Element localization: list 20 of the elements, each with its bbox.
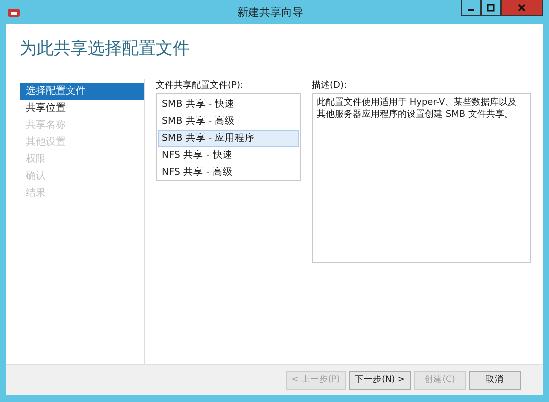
maximize-button[interactable] (481, 0, 501, 16)
close-icon (518, 4, 526, 12)
wizard-step[interactable]: 共享位置 (20, 100, 144, 117)
minimize-button[interactable] (461, 0, 481, 16)
field-label: 描述(D): (312, 80, 348, 93)
close-button[interactable] (501, 0, 543, 16)
field-label: 文件共享配置文件(P): (156, 80, 244, 93)
list-item[interactable]: NFS 共享 - 高级 (158, 164, 299, 181)
wizard-button[interactable]: 取消 (469, 370, 521, 390)
app-icon (8, 7, 20, 17)
description-box: 此配置文件使用适用于 Hyper-V、某些数据库以及其他服务器应用程序的设置创建 SMB 文件共享。 (312, 93, 531, 263)
wizard-button[interactable]: 下一步(N) > (349, 370, 411, 390)
list-item[interactable]: SMB 共享 - 快速 (158, 96, 299, 113)
list-item[interactable]: SMB 共享 - 高级 (158, 113, 299, 130)
list-item[interactable]: SMB 共享 - 应用程序 (158, 130, 299, 147)
wizard-step[interactable]: 选择配置文件 (20, 83, 144, 100)
window-title: 新建共享向导 (238, 4, 304, 20)
page-heading: 为此共享选择配置文件 (19, 38, 191, 61)
maximize-icon (487, 4, 495, 12)
list-item[interactable]: NFS 共享 - 快速 (158, 147, 299, 164)
